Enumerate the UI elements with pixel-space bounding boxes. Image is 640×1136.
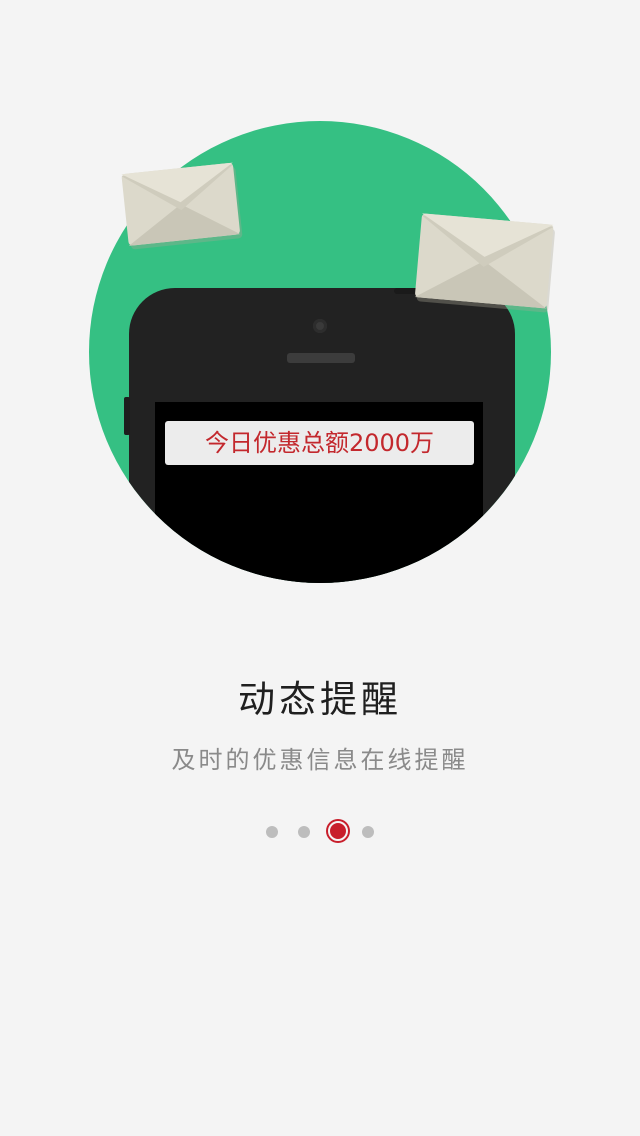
page-dot-3-active[interactable] [328,821,348,841]
phone-camera [313,319,327,333]
phone-screen: 今日优惠总额2000万 [155,402,483,583]
phone-side-button [124,397,130,435]
feature-illustration: 今日优惠总额2000万 [0,0,640,640]
feature-title: 动态提醒 [238,678,402,721]
smartphone-illustration: 今日优惠总额2000万 [129,288,515,583]
envelope-icon [412,207,558,319]
page-dot-2[interactable] [298,826,310,838]
page-dot-1[interactable] [266,826,278,838]
feature-subtitle: 及时的优惠信息在线提醒 [171,746,469,774]
envelope-icon [121,158,245,254]
phone-speaker [287,353,355,363]
page-indicator[interactable] [0,820,640,844]
onboarding-screen[interactable]: 今日优惠总额2000万 动态提醒 及时的优惠信息在线提醒 [0,0,640,1136]
page-dot-4[interactable] [362,826,374,838]
discount-notice-banner: 今日优惠总额2000万 [165,421,474,465]
